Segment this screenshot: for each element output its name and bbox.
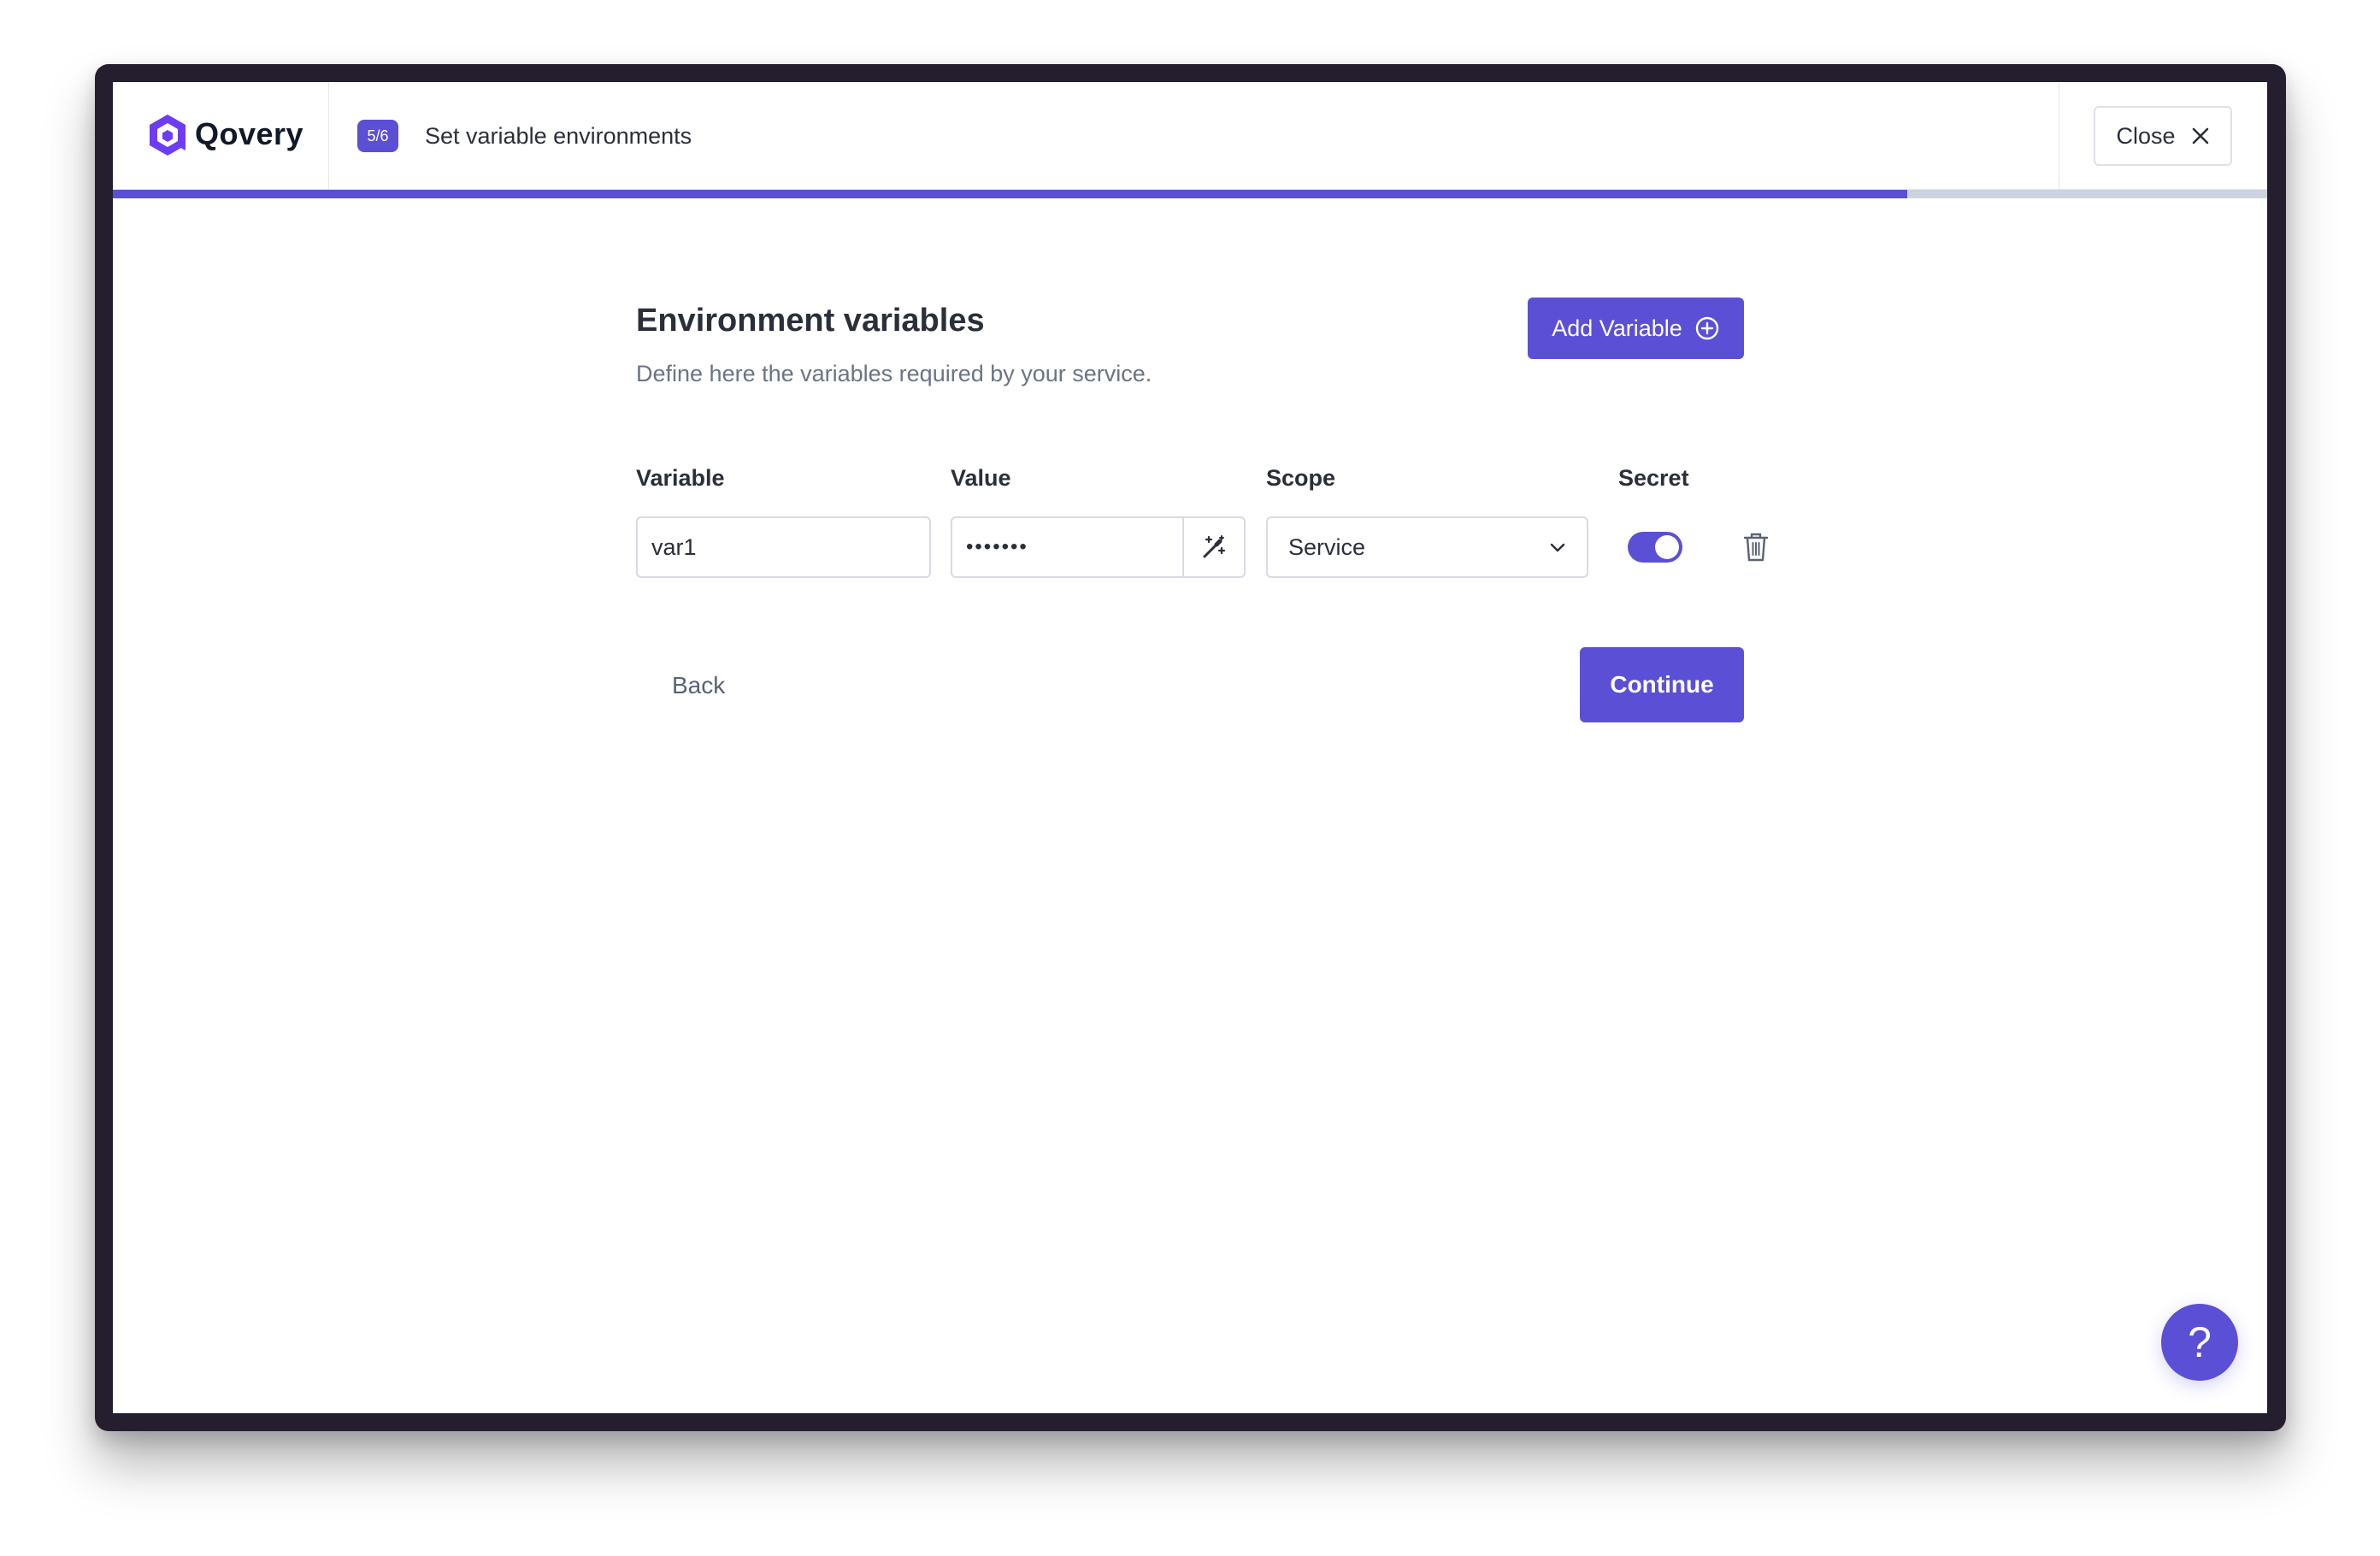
chevron-down-icon bbox=[1550, 543, 1565, 552]
variable-value-masked: ••••••• bbox=[966, 535, 1028, 558]
help-button[interactable]: ? bbox=[2161, 1304, 2238, 1381]
continue-button[interactable]: Continue bbox=[1580, 647, 1744, 722]
column-label-scope: Scope bbox=[1266, 465, 1336, 491]
scope-select[interactable]: Service bbox=[1266, 516, 1588, 578]
toggle-knob bbox=[1655, 535, 1679, 559]
help-icon: ? bbox=[2188, 1318, 2212, 1366]
magic-wand-icon bbox=[1203, 535, 1226, 558]
app-window: Qovery 5/6 Set variable environments Clo… bbox=[113, 82, 2267, 1413]
add-variable-label: Add Variable bbox=[1552, 315, 1682, 341]
trash-icon[interactable] bbox=[1742, 532, 1770, 563]
close-button-label: Close bbox=[2116, 122, 2176, 149]
section-description: Define here the variables required by yo… bbox=[636, 361, 1152, 386]
progress-fill bbox=[113, 190, 1908, 198]
column-label-secret: Secret bbox=[1618, 465, 1689, 491]
page-title: Set variable environments bbox=[425, 123, 692, 149]
step-badge: 5/6 bbox=[357, 120, 398, 152]
add-variable-button[interactable]: Add Variable bbox=[1528, 298, 1744, 359]
header: Qovery 5/6 Set variable environments Clo… bbox=[113, 82, 2267, 190]
brand[interactable]: Qovery bbox=[113, 82, 329, 190]
plus-circle-icon bbox=[1695, 316, 1718, 340]
secret-toggle[interactable] bbox=[1628, 532, 1682, 563]
variable-name-input[interactable]: var1 bbox=[636, 516, 931, 578]
generate-value-button[interactable] bbox=[1182, 518, 1244, 576]
back-button[interactable]: Back bbox=[672, 672, 725, 699]
scope-selected-value: Service bbox=[1288, 533, 1366, 560]
section-title: Environment variables bbox=[636, 303, 985, 339]
close-button[interactable]: Close bbox=[2094, 106, 2232, 166]
variable-value-input[interactable]: ••••••• bbox=[951, 516, 1246, 578]
qovery-logo-icon bbox=[150, 115, 186, 156]
variable-name-value: var1 bbox=[651, 533, 697, 560]
close-container: Close bbox=[2059, 82, 2267, 190]
close-icon bbox=[2192, 127, 2208, 144]
column-label-value: Value bbox=[951, 465, 1011, 491]
brand-name: Qovery bbox=[195, 116, 304, 151]
column-label-variable: Variable bbox=[636, 465, 725, 491]
progress-bar bbox=[113, 190, 2267, 198]
